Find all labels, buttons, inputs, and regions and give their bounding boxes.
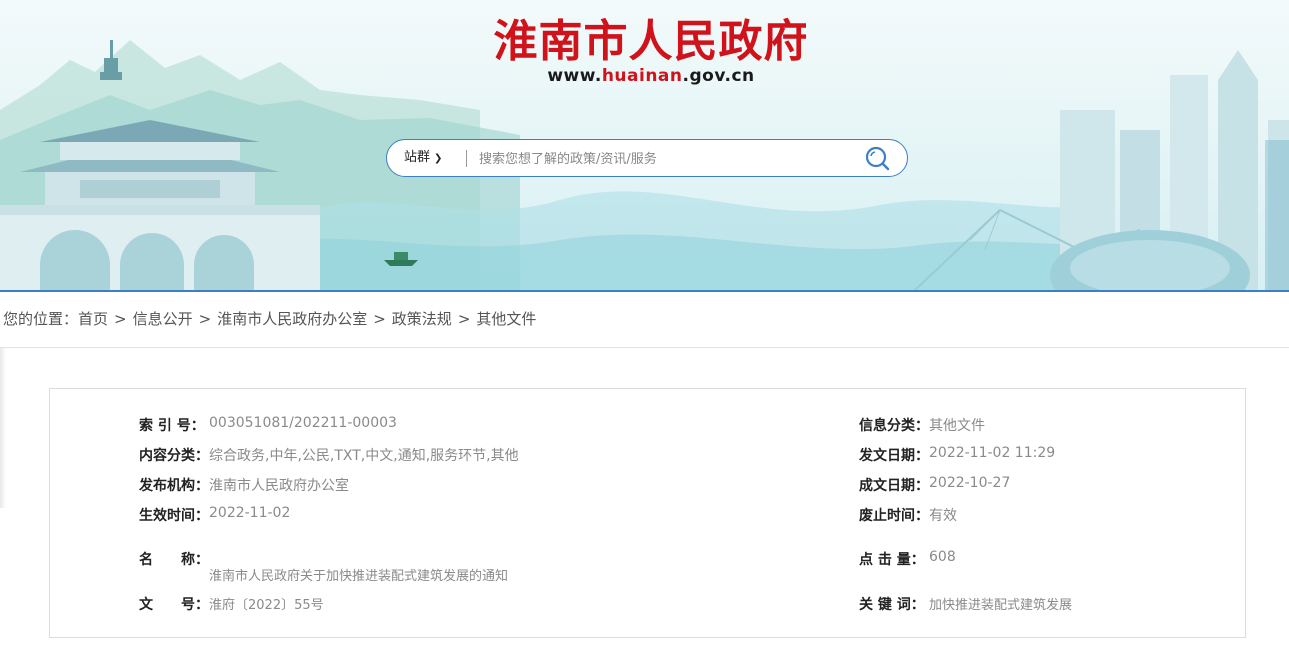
publisher-label: 发布机构： [139,478,209,494]
issue-date-label: 发文日期： [859,448,929,464]
breadcrumb-gov-office[interactable]: 淮南市人民政府办公室 [217,310,367,328]
doc-no-label-a: 文 [139,597,153,613]
keywords-value: 加快推进装配式建筑发展 [929,598,1073,613]
name-label-b: 称： [181,552,209,568]
name-value: 淮南市人民政府关于加快推进装配式建筑发展的通知 [209,569,509,584]
breadcrumb: 您的位置：首页 > 信息公开 > 淮南市人民政府办公室 > 政策法规 > 其他文件 [3,308,536,330]
site-group-dropdown[interactable]: 站群 ❯ [404,140,442,176]
clicks-value: 608 [929,549,956,565]
breadcrumb-separator: > [373,310,386,328]
header-banner: 淮南市人民政府 www.huainan.gov.cn 站群 ❯ [0,0,1289,292]
doc-no-label-b: 号： [181,597,209,613]
index-no-value: 003051081/202211-00003 [209,415,397,431]
search-divider [466,150,467,167]
breadcrumb-policy[interactable]: 政策法规 [392,310,452,328]
site-url: www.huainan.gov.cn [486,66,816,86]
chevron-down-icon: ❯ [434,153,443,164]
expiry-label: 废止时间： [859,508,929,524]
search-bar: 站群 ❯ [386,139,908,177]
issue-date-value: 2022-11-02 11:29 [929,445,1056,461]
site-url-highlight: huainan [601,66,683,86]
search-button[interactable] [863,144,893,174]
search-icon [865,146,890,171]
doc-no-value: 淮府〔2022〕55号 [209,598,324,613]
breadcrumb-other-docs[interactable]: 其他文件 [476,310,536,328]
effective-date-value: 2022-11-02 [209,505,291,521]
category-value: 其他文件 [929,418,985,434]
site-url-suffix: .gov.cn [682,66,755,86]
breadcrumb-home[interactable]: 首页 [78,310,108,328]
written-date-label: 成文日期： [859,478,929,494]
clicks-label: 点 击 量： [859,552,925,568]
name-label-a: 名 [139,552,153,568]
keywords-label: 关 键 词： [859,597,925,613]
breadcrumb-separator: > [198,310,212,328]
publisher-value: 淮南市人民政府办公室 [209,478,349,494]
expiry-value: 有效 [929,508,957,524]
divider [0,347,1289,348]
site-title: 淮南市人民政府 [493,16,809,67]
breadcrumb-prefix: 您的位置： [3,310,79,328]
index-no-label: 索 引 号： [139,418,205,434]
category-label: 信息分类： [859,418,929,434]
document-info-panel: 索 引 号： 003051081/202211-00003 信息分类： 其他文件… [49,388,1246,638]
search-input[interactable] [477,144,851,174]
site-group-label: 站群 [404,150,431,165]
effective-date-label: 生效时间： [139,508,209,524]
content-class-value: 综合政务,中年,公民,TXT,中文,通知,服务环节,其他 [209,448,519,464]
breadcrumb-separator: > [457,310,471,328]
site-url-prefix: www. [547,66,602,86]
content-class-label: 内容分类： [139,448,209,464]
written-date-value: 2022-10-27 [929,475,1011,491]
page-edge-shadow [0,348,6,508]
breadcrumb-separator: > [114,310,127,328]
breadcrumb-info-public[interactable]: 信息公开 [133,310,193,328]
